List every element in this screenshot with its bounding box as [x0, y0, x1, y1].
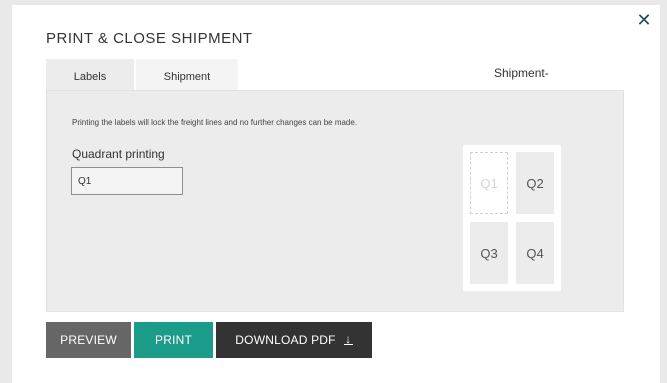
dialog-title: PRINT & CLOSE SHIPMENT [46, 30, 253, 47]
quadrant-printing-label: Quadrant printing [72, 147, 165, 161]
quadrant-q4[interactable]: Q4 [516, 222, 554, 284]
close-icon[interactable]: ✕ [636, 11, 652, 29]
download-pdf-label: DOWNLOAD PDF [235, 333, 336, 347]
tab-shipment-label: Shipment [163, 71, 211, 83]
labels-panel: Printing the labels will lock the freigh… [46, 90, 624, 312]
quadrant-q3[interactable]: Q3 [470, 222, 508, 284]
download-pdf-button[interactable]: DOWNLOAD PDF ↓ [216, 322, 372, 358]
print-close-shipment-dialog: ✕ PRINT & CLOSE SHIPMENT Labels Shipment… [12, 5, 660, 383]
print-button[interactable]: PRINT [134, 322, 213, 358]
lock-warning-note: Printing the labels will lock the freigh… [72, 118, 358, 127]
download-icon: ↓ [343, 332, 353, 346]
quadrant-grid: Q1 Q2 Q3 Q4 [463, 145, 561, 291]
quadrant-q1[interactable]: Q1 [470, 152, 508, 214]
tab-labels-label: Labels [73, 71, 107, 83]
preview-button[interactable]: PREVIEW [46, 322, 131, 358]
quadrant-input[interactable] [71, 167, 183, 195]
shipment-header: Shipment- [494, 66, 549, 80]
quadrant-q2[interactable]: Q2 [516, 152, 554, 214]
